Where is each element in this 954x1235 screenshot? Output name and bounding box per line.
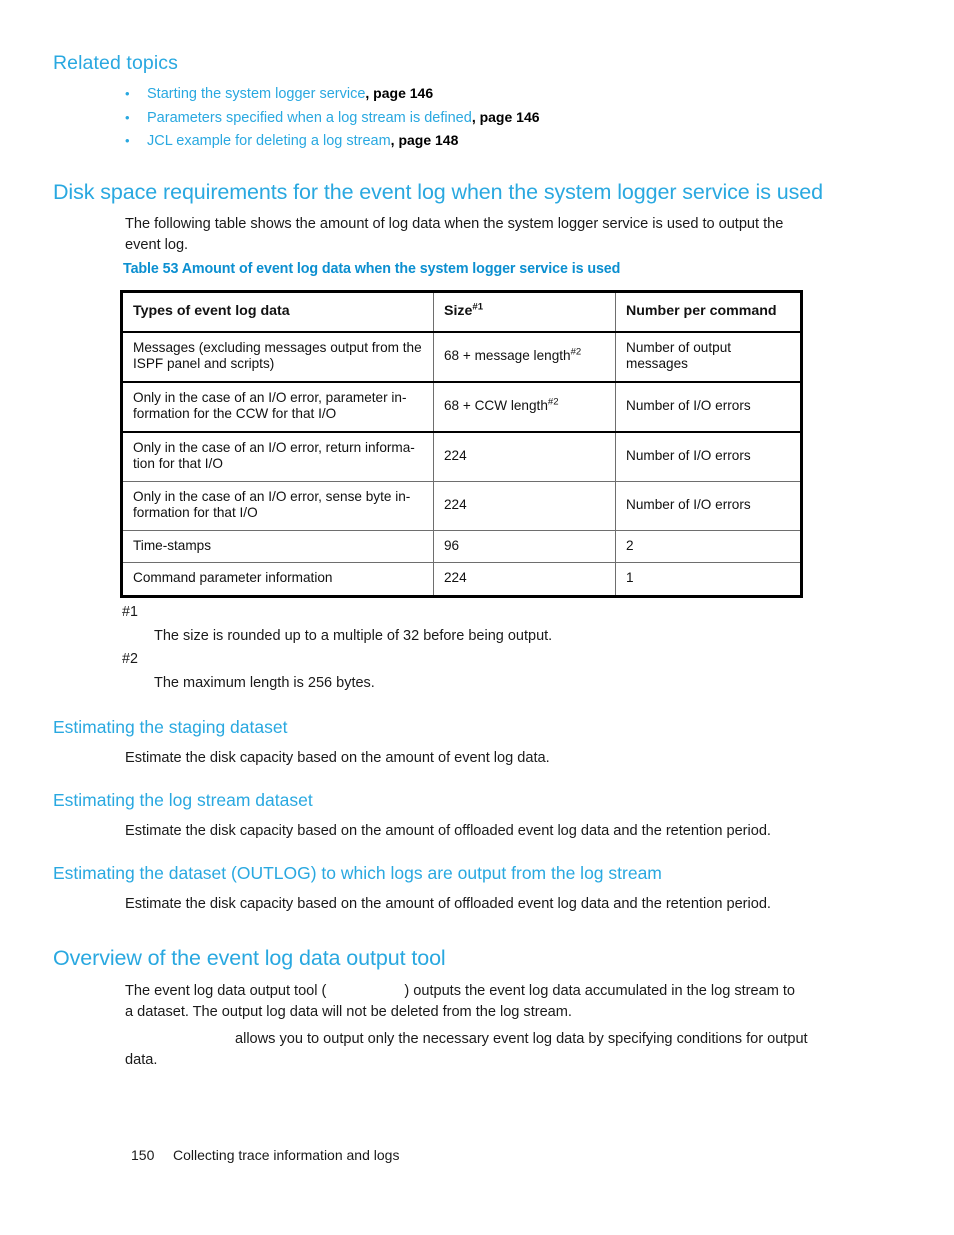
cell-type: Only in the case of an I/O error, return… [121, 431, 434, 482]
section-heading-disk-space: Disk space requirements for the event lo… [53, 180, 823, 204]
table-row: Messages (excluding messages output from… [121, 331, 802, 383]
table-row: Only in the case of an I/O error, parame… [121, 381, 802, 433]
column-header-type: Types of event log data [121, 291, 434, 333]
footnote-text-2: The maximum length is 256 bytes. [154, 675, 375, 691]
link-parameters-specified-log-stream[interactable]: Parameters specified when a log stream i… [147, 110, 472, 126]
table-row: Time-stamps 96 2 [121, 529, 802, 563]
cell-number: Number of output messages [615, 331, 802, 383]
cell-type: Command parameter information [121, 562, 434, 597]
disk-space-intro-paragraph: The following table shows the amount of … [125, 216, 784, 253]
cell-number: 2 [615, 529, 802, 563]
list-item: • Parameters specified when a log stream… [125, 109, 825, 133]
event-log-data-table: Types of event log data Size#1 Number pe… [120, 290, 803, 598]
cell-number: 1 [615, 562, 802, 597]
related-topics-heading: Related topics [53, 52, 178, 74]
table-header-row: Types of event log data Size#1 Number pe… [121, 291, 802, 333]
page-footer: 150 Collecting trace information and logs [131, 1147, 399, 1163]
overview-para1-before: The event log data output tool ( [125, 983, 327, 999]
cell-size: 68 + CCW length#2 [433, 381, 616, 433]
estimating-log-stream-paragraph: Estimate the disk capacity based on the … [125, 823, 771, 839]
link-jcl-example-deleting-log-stream[interactable]: JCL example for deleting a log stream [147, 133, 391, 149]
cell-size: 224 [433, 431, 616, 482]
footer-page-number: 150 [131, 1147, 155, 1163]
footnote-marker: #2 [570, 346, 582, 358]
cell-size: 68 + message length#2 [433, 331, 616, 383]
cell-size: 96 [433, 529, 616, 563]
column-header-number: Number per command [615, 291, 802, 333]
table-caption: Table 53 Amount of event log data when t… [123, 261, 621, 277]
bullet-icon: • [125, 133, 130, 148]
cell-type: Time-stamps [121, 529, 434, 563]
table-row: Only in the case of an I/O error, sense … [121, 480, 802, 531]
cell-number: Number of I/O errors [615, 381, 802, 433]
list-item: • Starting the system logger service, pa… [125, 85, 825, 109]
bullet-icon: • [125, 109, 130, 125]
estimating-staging-paragraph: Estimate the disk capacity based on the … [125, 750, 550, 766]
footnote-marker: #1 [472, 301, 484, 313]
overview-paragraph-2: allows you to output only the necessary … [125, 1029, 825, 1070]
cell-type: Only in the case of an I/O error, sense … [121, 480, 434, 531]
cell-type: Only in the case of an I/O error, parame… [121, 381, 434, 433]
overview-para2-after: allows you to output only the necessary … [125, 1031, 808, 1068]
cell-size: 224 [433, 480, 616, 531]
list-item-page-ref: , page 148 [390, 132, 459, 148]
link-starting-system-logger-service[interactable]: Starting the system logger service [147, 86, 365, 102]
footnote-marker: #2 [547, 396, 559, 408]
list-item-page-ref: , page 146 [471, 108, 540, 125]
footnote-key-2: #2 [122, 651, 138, 667]
table-row: Command parameter information 224 1 [121, 562, 802, 597]
list-item: • JCL example for deleting a log stream,… [125, 132, 825, 156]
document-page: Related topics • Starting the system log… [0, 0, 954, 1235]
section-heading-estimating-log-stream: Estimating the log stream dataset [53, 790, 313, 810]
section-heading-estimating-outlog: Estimating the dataset (OUTLOG) to which… [53, 863, 662, 883]
bullet-icon: • [125, 86, 130, 101]
section-heading-estimating-staging: Estimating the staging dataset [53, 717, 288, 737]
overview-paragraph-1: The event log data output tool () output… [125, 981, 803, 1022]
footnote-key-1: #1 [122, 604, 138, 620]
list-item-page-ref: , page 146 [365, 85, 434, 101]
cell-number: Number of I/O errors [615, 431, 802, 482]
column-header-size: Size#1 [433, 291, 616, 333]
related-topics-list: • Starting the system logger service, pa… [125, 85, 825, 156]
cell-type: Messages (excluding messages output from… [121, 331, 434, 383]
section-heading-overview-output-tool: Overview of the event log data output to… [53, 946, 446, 970]
cell-number: Number of I/O errors [615, 480, 802, 531]
cell-size: 224 [433, 562, 616, 597]
footnote-text-1: The size is rounded up to a multiple of … [154, 628, 553, 644]
estimating-outlog-paragraph: Estimate the disk capacity based on the … [125, 896, 771, 912]
table-row: Only in the case of an I/O error, return… [121, 431, 802, 482]
footer-chapter-title: Collecting trace information and logs [173, 1147, 400, 1163]
